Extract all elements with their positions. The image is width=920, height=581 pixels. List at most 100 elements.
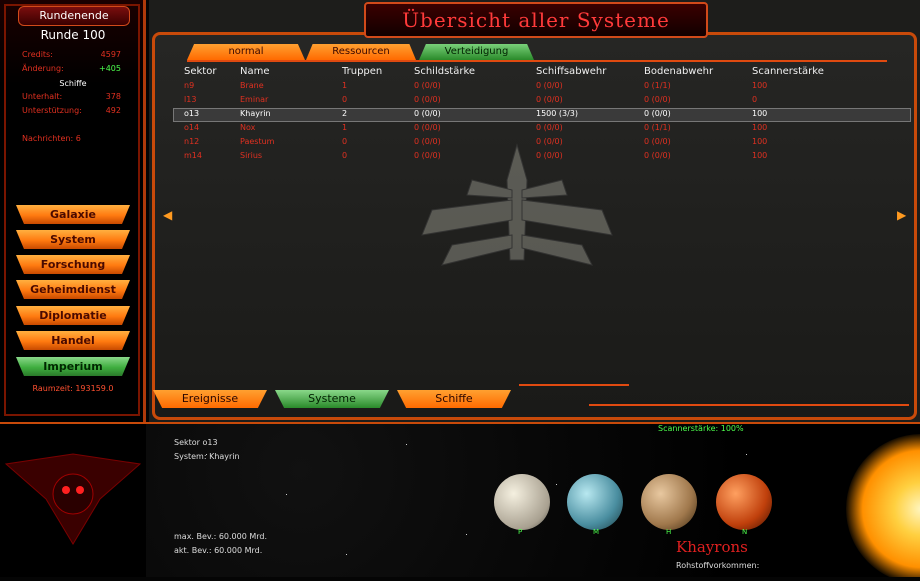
cell-schiffsabwehr: 1500 (3/3) (536, 108, 579, 118)
system-view-panel: Sektor o13 System: Khayrin Scannerstärke… (146, 422, 920, 577)
cell-sektor: l13 (184, 94, 197, 104)
cell-bodenabwehr: 0 (1/1) (644, 122, 671, 132)
cell-bodenabwehr: 0 (0/0) (644, 94, 671, 104)
system-sun (846, 434, 920, 577)
cell-bodenabwehr: 0 (0/0) (644, 136, 671, 146)
scanner-strength: Scannerstärke: 100% (658, 424, 744, 433)
planet-n[interactable] (716, 474, 772, 530)
tab-ressourcen[interactable]: Ressourcen (306, 44, 416, 60)
cell-scanner: 0 (752, 94, 758, 104)
cell-scanner: 100 (752, 150, 768, 160)
cell-schiffsabwehr: 0 (0/0) (536, 122, 563, 132)
nav-system[interactable]: System (16, 230, 130, 249)
cell-bodenabwehr: 0 (0/0) (644, 108, 671, 118)
page-title: Übersicht aller Systeme (364, 2, 708, 38)
ships-header: Schiffe (59, 79, 87, 88)
cell-scanner: 100 (752, 108, 768, 118)
cell-scanner: 100 (752, 80, 768, 90)
left-panel: Rundenende Runde 100 Credits: 4597 Änder… (0, 0, 146, 422)
cell-schild: 0 (0/0) (414, 80, 441, 90)
tab-verteidigung[interactable]: Verteidigung (419, 44, 534, 60)
cell-schild: 0 (0/0) (414, 122, 441, 132)
cell-sektor: m14 (184, 150, 202, 160)
planet-h[interactable] (641, 474, 697, 530)
upkeep-value: 378 (105, 92, 121, 101)
cell-truppen: 0 (342, 150, 348, 160)
system-label: System: Khayrin (174, 452, 240, 461)
scroll-right-arrow-icon[interactable]: ▶ (897, 208, 906, 222)
cell-truppen: 1 (342, 80, 348, 90)
col-schiffsabwehr[interactable]: Schiffsabwehr (534, 64, 642, 78)
table-row[interactable]: l13 Eminar 0 0 (0/0) 0 (0/0) 0 (0/0) 0 (182, 92, 864, 106)
cell-sektor: n12 (184, 136, 200, 146)
credits-value: 4597 (100, 50, 121, 59)
race-emblem-icon (4, 453, 142, 545)
cell-name: Sirius (240, 150, 263, 160)
cell-name: Paestum (240, 136, 275, 146)
cell-schild: 0 (0/0) (414, 108, 441, 118)
table-row[interactable]: o14 Nox 1 0 (0/0) 0 (0/0) 0 (1/1) 100 (182, 120, 864, 134)
nav-galaxie[interactable]: Galaxie (16, 205, 130, 224)
cell-truppen: 0 (342, 136, 348, 146)
table-row-selected[interactable]: o13 Khayrin 2 0 (0/0) 1500 (3/3) 0 (0/0)… (182, 106, 864, 120)
planet-m[interactable] (567, 474, 623, 530)
raumzeit-label: Raumzeit: 193159.0 (32, 384, 114, 393)
cell-schild: 0 (0/0) (414, 94, 441, 104)
bottom-tab-schiffe[interactable]: Schiffe (397, 390, 511, 408)
change-label: Änderung: (22, 64, 64, 73)
nav-imperium[interactable]: Imperium (16, 357, 130, 376)
support-value: 492 (105, 106, 121, 115)
round-label: Runde 100 (40, 28, 106, 42)
cell-scanner: 100 (752, 136, 768, 146)
resources-label: Rohstoffvorkommen: (676, 561, 760, 570)
cell-sektor: o13 (184, 108, 200, 118)
cell-bodenabwehr: 0 (0/0) (644, 150, 671, 160)
max-population: max. Bev.: 60.000 Mrd. (174, 532, 268, 541)
cell-name: Brane (240, 80, 264, 90)
race-name: Khayrons (676, 538, 748, 556)
planet-p[interactable] (494, 474, 550, 530)
col-schildstaerke[interactable]: Schildstärke (412, 64, 534, 78)
bottom-tab-systeme[interactable]: Systeme (275, 390, 389, 408)
col-truppen[interactable]: Truppen (340, 64, 412, 78)
planet-n-label: N (742, 528, 748, 536)
nav-diplomatie[interactable]: Diplomatie (16, 306, 130, 325)
cell-schiffsabwehr: 0 (0/0) (536, 80, 563, 90)
col-sektor[interactable]: Sektor (182, 64, 238, 78)
col-scannerstaerke[interactable]: Scannerstärke (750, 64, 864, 78)
cell-scanner: 100 (752, 122, 768, 132)
change-value: +405 (99, 64, 121, 73)
bottom-tab-ereignisse[interactable]: Ereignisse (153, 390, 267, 408)
cell-schiffsabwehr: 0 (0/0) (536, 94, 563, 104)
current-population: akt. Bev.: 60.000 Mrd. (174, 546, 263, 555)
main-panel: Übersicht aller Systeme normal Ressource… (149, 0, 920, 422)
cell-truppen: 1 (342, 122, 348, 132)
cell-sektor: n9 (184, 80, 195, 90)
tabs-underline (187, 60, 887, 62)
scroll-left-arrow-icon[interactable]: ◀ (163, 208, 172, 222)
cell-truppen: 2 (342, 108, 348, 118)
cell-name: Khayrin (240, 108, 271, 118)
nav-geheimdienst[interactable]: Geheimdienst (16, 280, 130, 299)
tab-normal[interactable]: normal (187, 44, 305, 60)
cell-truppen: 0 (342, 94, 348, 104)
messages-link[interactable]: Nachrichten: 6 (22, 134, 81, 143)
cell-name: Nox (240, 122, 256, 132)
planet-h-label: H (666, 528, 672, 536)
col-name[interactable]: Name (238, 64, 340, 78)
cell-name: Eminar (240, 94, 269, 104)
defense-ship-icon (421, 143, 613, 266)
bottom-deco-line-2 (589, 404, 909, 406)
sector-label: Sektor o13 (174, 438, 218, 447)
table-header-row: Sektor Name Truppen Schildstärke Schiffs… (182, 64, 864, 78)
upkeep-label: Unterhalt: (22, 92, 63, 101)
col-bodenabwehr[interactable]: Bodenabwehr (642, 64, 750, 78)
end-turn-button[interactable]: Rundenende (18, 6, 130, 26)
cell-bodenabwehr: 0 (1/1) (644, 80, 671, 90)
credits-label: Credits: (22, 50, 53, 59)
table-row[interactable]: n9 Brane 1 0 (0/0) 0 (0/0) 0 (1/1) 100 (182, 78, 864, 92)
planet-p-label: P (518, 528, 523, 536)
bottom-deco-line (519, 384, 629, 386)
nav-handel[interactable]: Handel (16, 331, 130, 350)
nav-forschung[interactable]: Forschung (16, 255, 130, 274)
